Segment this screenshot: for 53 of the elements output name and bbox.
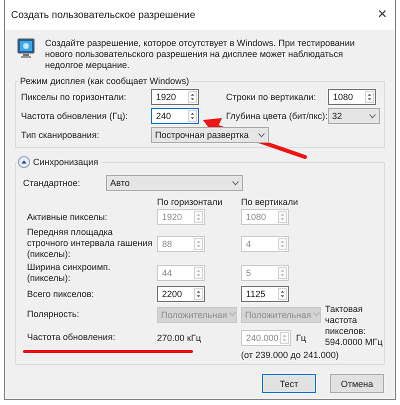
column-header: По горизонтали [157, 197, 224, 207]
intro-text: Создайте разрешение, которое отсутствует в Windows. При тестировании нового пользовательского разрешения на дисплее может наблюдаться недолгое мерцание. [45, 38, 356, 71]
field-label: Активные пикселы: [27, 212, 108, 222]
caret-icon [232, 180, 240, 186]
monitor-icon [17, 38, 35, 58]
spin-arrows-icon [280, 332, 289, 344]
spin-arrows-icon [365, 91, 374, 103]
spin-arrows-icon [194, 267, 203, 279]
spin-arrows-icon [194, 211, 203, 223]
spin-field[interactable]: 240 [151, 108, 199, 124]
spin-arrows-icon [278, 267, 287, 279]
field-label: Частота обновления: [27, 332, 116, 343]
spin-arrows-icon [188, 91, 197, 103]
field-label: Частота обновления (Гц): [21, 111, 129, 121]
dropdown[interactable]: Авто [106, 175, 244, 191]
field-label: Всего пикселов: [27, 288, 95, 300]
caret-icon [229, 312, 236, 317]
dropdown[interactable]: 32 [328, 108, 380, 124]
spin-arrows-icon [278, 288, 287, 300]
collapse-icon[interactable] [18, 156, 30, 168]
field-label: Строки по вертикали: [226, 92, 318, 102]
spin-field[interactable]: 1125 [241, 286, 289, 302]
spin-arrows-icon [188, 110, 197, 122]
spin-field[interactable]: 1920 [151, 89, 199, 105]
group-title: Синхронизация [33, 157, 98, 167]
spin-arrows-icon [194, 238, 203, 250]
window-title: Создать пользовательское разрешение [11, 10, 196, 20]
spin-field[interactable]: 1080 [328, 89, 376, 105]
spin-arrows-icon [278, 211, 287, 223]
caret-icon [313, 312, 320, 317]
field-label: Тип сканирования: [21, 130, 100, 140]
spin-arrows-icon [278, 238, 287, 250]
spin-arrows-icon [194, 288, 203, 300]
field-label: Ширина синхроимп. (пикселы): [27, 262, 112, 284]
field-label: Тактовая частота пикселов: [325, 304, 367, 337]
spin-field[interactable]: 2200 [157, 286, 205, 302]
unit-label: Гц [296, 332, 306, 342]
dropdown[interactable]: Построчная развертка [151, 127, 269, 143]
field-label: Глубина цвета (бит/пкс): [226, 111, 328, 121]
field-label: Передняя площадка строчного интервала гашения (пикселы): [27, 227, 154, 260]
close-button[interactable]: × [374, 6, 391, 24]
refresh-reading: 270.00 кГц [157, 332, 202, 342]
column-header: По вертикали [241, 197, 300, 207]
field-label: Пикселы по горизонтали: [21, 92, 128, 102]
field-label: Стандартное: [23, 178, 80, 188]
dialog-button[interactable]: Отмена [330, 374, 384, 393]
caret-icon [258, 132, 265, 138]
range-text: (от 239.000 до 241.000) [241, 350, 340, 360]
group-title: Режим дисплея (как сообщает Windows) [18, 75, 192, 87]
clock-value: 594.0000 МГц [325, 337, 384, 348]
dialog-button[interactable]: Тест [262, 374, 316, 393]
field-label: Полярность: [27, 309, 80, 320]
caret-icon [369, 114, 376, 118]
